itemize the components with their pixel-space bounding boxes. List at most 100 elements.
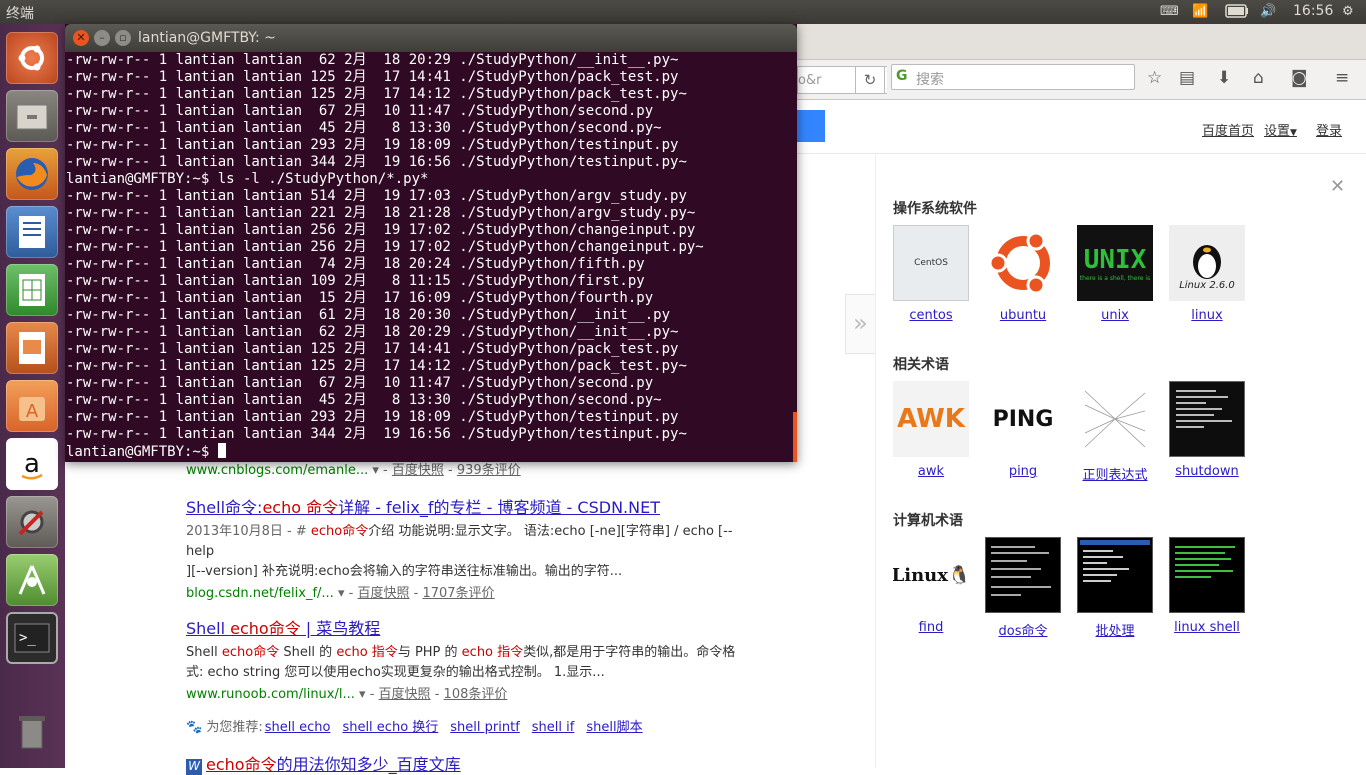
dropdown-arrow-icon[interactable]: ▾ [372, 463, 379, 478]
thumb-unix[interactable]: UNIX there is a shell, there is [1077, 225, 1153, 301]
abstract-highlight: echo 指令 [336, 645, 398, 660]
thumb-dos[interactable] [985, 537, 1061, 613]
panel-link-awk[interactable]: awk [893, 464, 969, 479]
settings-link[interactable]: 设置▼ [1264, 120, 1297, 139]
result-abstract: Shell echo命令 Shell 的 echo 指令与 PHP 的 echo… [186, 643, 746, 683]
thumb-centos-label: CentOS [914, 258, 948, 268]
panel-link-centos[interactable]: centos [893, 308, 969, 323]
dropdown-arrow-icon[interactable]: ▾ [338, 586, 345, 601]
panel-link-linux-shell[interactable]: linux shell [1169, 620, 1245, 635]
amazon-icon[interactable]: a [6, 438, 58, 490]
title-highlight: echo命令 [206, 755, 277, 774]
thumb-ubuntu[interactable] [985, 225, 1061, 301]
snapshot-link[interactable]: 百度快照 [357, 586, 409, 601]
thumb-centos[interactable]: CentOS [893, 225, 969, 301]
terminal-scrollbar[interactable] [793, 412, 797, 462]
search-input[interactable]: G 搜索 [891, 64, 1135, 90]
thumb-shutdown[interactable] [1169, 381, 1245, 457]
baidu-home-link[interactable]: 百度首页 [1202, 120, 1254, 139]
result-title[interactable]: Shell echo命令 | 菜鸟教程 [186, 615, 746, 639]
terminal-prompt-line[interactable]: lantian@GMFTBY:~$ [66, 443, 796, 461]
dropdown-arrow-icon[interactable]: ▾ [359, 687, 366, 702]
panel-link-regex[interactable]: 正则表达式 [1077, 464, 1153, 483]
calc-icon[interactable] [6, 264, 58, 316]
system-settings-icon[interactable] [6, 496, 58, 548]
android-studio-icon[interactable] [6, 554, 58, 606]
bookmark-star-icon[interactable]: ☆ [1147, 68, 1162, 88]
terminal-line: -rw-rw-r-- 1 lantian lantian 62 2月 18 20… [66, 324, 679, 340]
recommend-link[interactable]: shell echo [265, 720, 331, 735]
url-text: o&r [798, 73, 822, 88]
panel-link-find[interactable]: find [893, 620, 969, 635]
power-gear-icon[interactable]: ⚙ [1342, 4, 1354, 19]
recommend-link[interactable]: shell脚本 [586, 720, 642, 735]
terminal-icon[interactable]: >_ [6, 612, 58, 664]
wifi-icon[interactable]: 📶 [1192, 4, 1208, 19]
result-title[interactable]: Shell命令:echo 命令详解 - felix_f的专栏 - 博客频道 - … [186, 494, 746, 518]
snapshot-link[interactable]: 百度快照 [392, 463, 444, 478]
thumb-linux-shell[interactable] [1169, 537, 1245, 613]
thumb-batch[interactable] [1077, 537, 1153, 613]
terminal-output[interactable]: -rw-rw-r-- 1 lantian lantian 62 2月 18 20… [66, 52, 796, 462]
files-icon[interactable] [6, 90, 58, 142]
expand-panel-button[interactable]: » [845, 294, 875, 354]
terminal-line: -rw-rw-r-- 1 lantian lantian 61 2月 18 20… [66, 307, 671, 323]
thumb-awk[interactable]: AWK [893, 381, 969, 457]
result-url[interactable]: www.runoob.com/linux/l... [186, 687, 355, 702]
result-title[interactable]: Wecho命令的用法你知多少_百度文库 [186, 751, 746, 775]
close-icon[interactable]: ✕ [1330, 176, 1345, 197]
panel-link-linux[interactable]: linux [1169, 308, 1245, 323]
panel-link-ubuntu[interactable]: ubuntu [985, 308, 1061, 323]
maximize-window-icon[interactable]: ▫ [115, 30, 131, 46]
keyboard-icon[interactable]: ⌨ [1160, 4, 1179, 19]
abstract-text: 与 PHP 的 [397, 645, 462, 660]
writer-icon[interactable] [6, 206, 58, 258]
firefox-icon[interactable] [6, 148, 58, 200]
reload-icon[interactable]: ↻ [855, 66, 885, 94]
terminal-line: -rw-rw-r-- 1 lantian lantian 514 2月 19 1… [66, 188, 687, 204]
login-link[interactable]: 登录 [1316, 120, 1342, 139]
menu-icon[interactable]: ≡ [1335, 68, 1349, 88]
thumb-regex[interactable] [1077, 381, 1153, 457]
launcher: A a >_ [0, 24, 65, 768]
abstract-highlight: echo命令 [221, 645, 280, 660]
snapshot-link[interactable]: 百度快照 [379, 687, 431, 702]
minimize-window-icon[interactable]: – [94, 30, 110, 46]
clock[interactable]: 16:56 [1293, 3, 1333, 19]
dash-home-icon[interactable] [6, 32, 58, 84]
panel-link-shutdown[interactable]: shutdown [1169, 464, 1245, 479]
search-engine-icon[interactable]: G [896, 68, 908, 84]
reviews-link[interactable]: 1707条评价 [422, 586, 494, 601]
terminal-titlebar[interactable]: ✕ – ▫ lantian@GMFTBY: ~ [65, 24, 797, 52]
thumb-linux[interactable]: Linux 2.6.0 [1169, 225, 1245, 301]
recommend-link[interactable]: shell echo 换行 [342, 720, 438, 735]
close-window-icon[interactable]: ✕ [73, 30, 89, 46]
title-text: 的用法你知多少_百度文库 [276, 755, 461, 774]
recommend-link[interactable]: shell if [532, 720, 575, 735]
downloads-icon[interactable]: ⬇ [1217, 68, 1231, 88]
panel-link-dos[interactable]: dos命令 [985, 620, 1061, 639]
reviews-link[interactable]: 108条评价 [444, 687, 508, 702]
recommend-link[interactable]: shell printf [450, 720, 520, 735]
reviews-link[interactable]: 939条评价 [457, 463, 521, 478]
terminal-window[interactable]: ✕ – ▫ lantian@GMFTBY: ~ -rw-rw-r-- 1 lan… [65, 24, 797, 462]
panel-link-batch[interactable]: 批处理 [1077, 620, 1153, 639]
abstract-text: Shell [186, 645, 222, 660]
trash-icon[interactable] [6, 706, 58, 758]
terminal-line: -rw-rw-r-- 1 lantian lantian 45 2月 8 13:… [66, 392, 662, 408]
title-highlight: echo 命令 [262, 498, 339, 517]
panel-link-unix[interactable]: unix [1077, 308, 1153, 323]
impress-icon[interactable] [6, 322, 58, 374]
reading-list-icon[interactable]: ▤ [1179, 68, 1195, 88]
volume-icon[interactable]: 🔊 [1260, 4, 1276, 19]
result-url[interactable]: blog.csdn.net/felix_f/... [186, 586, 334, 601]
result-url[interactable]: www.cnblogs.com/emanle... [186, 463, 368, 478]
thumb-ping[interactable]: PING [985, 381, 1061, 457]
home-icon[interactable]: ⌂ [1253, 68, 1264, 88]
battery-icon[interactable] [1225, 4, 1249, 22]
software-center-icon[interactable]: A [6, 380, 58, 432]
panel-link-ping[interactable]: ping [985, 464, 1061, 479]
pocket-icon[interactable]: ◙ [1291, 68, 1308, 88]
terminal-line: -rw-rw-r-- 1 lantian lantian 125 2月 17 1… [66, 86, 687, 102]
thumb-find[interactable]: Linux 🐧 [893, 537, 969, 613]
